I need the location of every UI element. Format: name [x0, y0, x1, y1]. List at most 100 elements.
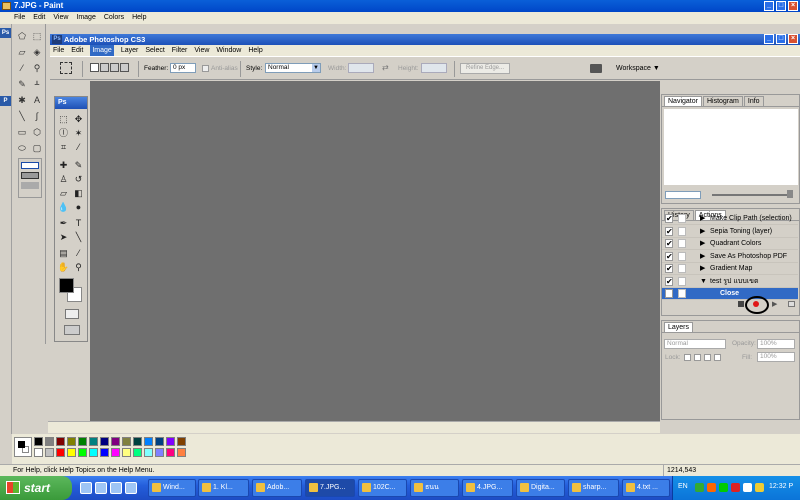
action-row[interactable]: ✔ ▶ Sepia Toning (layer)	[662, 226, 798, 238]
marquee-tool-icon[interactable]	[60, 62, 72, 74]
action-toggle-checkbox[interactable]: ✔	[665, 251, 673, 261]
palette-color-swatch[interactable]	[144, 448, 153, 457]
ps-menu-filter[interactable]: Filter	[172, 45, 188, 56]
dialog-toggle-checkbox[interactable]	[678, 226, 686, 236]
palette-color-swatch[interactable]	[100, 448, 109, 457]
blur-icon[interactable]: 💧	[57, 201, 70, 213]
expand-triangle-icon[interactable]: ▶	[700, 263, 705, 275]
height-input[interactable]	[421, 63, 447, 73]
fill-icon[interactable]: ◈	[31, 46, 43, 58]
palette-color-swatch[interactable]	[111, 448, 120, 457]
history-brush-icon[interactable]: ↺	[72, 173, 85, 185]
zoom-input[interactable]	[665, 191, 701, 199]
palette-color-swatch[interactable]	[45, 448, 54, 457]
paint-menu-help[interactable]: Help	[132, 12, 146, 24]
ps-menu-select[interactable]: Select	[145, 45, 164, 56]
maximize-button[interactable]: □	[776, 34, 786, 44]
paint-menu-colors[interactable]: Colors	[104, 12, 124, 24]
lock-transparency-icon[interactable]	[684, 354, 691, 361]
taskbar-button[interactable]: 4.JPG...	[462, 479, 513, 497]
action-toggle-checkbox[interactable]: ✔	[665, 264, 673, 273]
width-input[interactable]	[348, 63, 374, 73]
ps-menu-layer[interactable]: Layer	[121, 45, 139, 56]
move-icon[interactable]: ✥	[72, 113, 85, 125]
text-icon[interactable]: A	[31, 94, 43, 106]
minimize-button[interactable]: _	[764, 34, 774, 44]
foreground-color-swatch[interactable]	[59, 278, 74, 293]
zoom-slider[interactable]	[712, 194, 792, 196]
taskbar-button[interactable]: ธนน	[410, 479, 459, 497]
dialog-toggle-checkbox[interactable]	[678, 251, 686, 261]
action-row[interactable]: ✔ ▶ Gradient Map	[662, 263, 798, 275]
action-toggle-checkbox[interactable]: ✔	[665, 239, 673, 248]
healing-brush-icon[interactable]: ✚	[57, 159, 70, 171]
quicklaunch-media-icon[interactable]	[125, 482, 137, 494]
fill-input[interactable]: 100%	[757, 352, 795, 362]
palette-color-swatch[interactable]	[89, 437, 98, 446]
quicklaunch-ie-icon[interactable]	[80, 482, 92, 494]
palette-color-swatch[interactable]	[122, 437, 131, 446]
crop-icon[interactable]: ⌗	[57, 141, 70, 153]
taskbar-button[interactable]: Wind...	[148, 479, 196, 497]
paint-menu-view[interactable]: View	[53, 12, 68, 24]
palette-color-swatch[interactable]	[34, 448, 43, 457]
ps-menu-file[interactable]: File	[53, 45, 64, 56]
blend-mode-select[interactable]: Normal	[664, 339, 726, 349]
paint-menu-image[interactable]: Image	[76, 12, 95, 24]
eraser-icon[interactable]: ▱	[16, 46, 28, 58]
action-row[interactable]: ✔ ▼ test รูป แบบเขต	[662, 276, 798, 288]
palette-color-swatch[interactable]	[89, 448, 98, 457]
stop-icon[interactable]	[738, 301, 744, 307]
polygon-icon[interactable]: ⬡	[31, 126, 43, 138]
navigator-preview[interactable]	[664, 109, 798, 185]
ellipse-icon[interactable]: ⬭	[16, 142, 28, 154]
palette-color-swatch[interactable]	[155, 448, 164, 457]
refine-edge-button[interactable]: Refine Edge...	[460, 63, 510, 74]
pen-icon[interactable]: ✒	[57, 217, 70, 229]
dialog-toggle-checkbox[interactable]	[678, 239, 686, 248]
taskbar-button[interactable]: Digita...	[516, 479, 565, 497]
dialog-toggle-checkbox[interactable]	[678, 214, 686, 223]
clone-stamp-icon[interactable]: ♙	[57, 173, 70, 185]
rounded-rect-icon[interactable]: ▢	[31, 142, 43, 154]
start-button[interactable]: start	[0, 476, 72, 500]
lock-all-icon[interactable]	[714, 354, 721, 361]
palette-color-swatch[interactable]	[166, 448, 175, 457]
palette-color-swatch[interactable]	[144, 437, 153, 446]
intersect-selection-icon[interactable]	[120, 63, 129, 72]
tray-app-icon[interactable]	[743, 483, 752, 492]
palette-color-swatch[interactable]	[133, 448, 142, 457]
quicklaunch-explorer-icon[interactable]	[110, 482, 122, 494]
ps-menu-window[interactable]: Window	[216, 45, 241, 56]
expand-triangle-icon[interactable]: ▶	[700, 251, 705, 263]
palette-color-swatch[interactable]	[155, 437, 164, 446]
taskbar-button[interactable]: 1. Kl...	[198, 479, 249, 497]
curve-icon[interactable]: ∫	[31, 110, 43, 122]
tab-navigator[interactable]: Navigator	[664, 96, 702, 106]
picker-icon[interactable]: ⁄	[16, 62, 28, 74]
expand-triangle-icon[interactable]: ▼	[700, 276, 707, 288]
paint-menu-edit[interactable]: Edit	[33, 12, 45, 24]
dialog-toggle-checkbox[interactable]	[678, 264, 686, 273]
palette-color-swatch[interactable]	[56, 437, 65, 446]
notes-icon[interactable]: ▤	[57, 247, 70, 259]
opacity-input[interactable]: 100%	[757, 339, 795, 349]
lasso-icon[interactable]: ⓛ	[57, 127, 70, 139]
dialog-toggle-checkbox[interactable]	[678, 276, 686, 286]
palette-color-swatch[interactable]	[34, 437, 43, 446]
line-shape-icon[interactable]: ╲	[72, 231, 85, 243]
palette-color-swatch[interactable]	[67, 437, 76, 446]
free-select-icon[interactable]: ⬠	[16, 30, 28, 42]
horizontal-scrollbar[interactable]	[48, 421, 660, 433]
add-selection-icon[interactable]	[100, 63, 109, 72]
palette-color-swatch[interactable]	[111, 437, 120, 446]
fill-style-selector[interactable]	[18, 158, 42, 198]
slice-icon[interactable]: ⁄	[72, 141, 85, 153]
pencil-icon[interactable]: ✎	[16, 78, 28, 90]
tab-info[interactable]: Info	[743, 96, 764, 106]
lock-pixels-icon[interactable]	[694, 354, 701, 361]
language-indicator[interactable]: EN	[678, 483, 688, 490]
airbrush-icon[interactable]: ✱	[16, 94, 28, 106]
palette-color-swatch[interactable]	[78, 448, 87, 457]
tray-app-icon[interactable]	[707, 483, 716, 492]
